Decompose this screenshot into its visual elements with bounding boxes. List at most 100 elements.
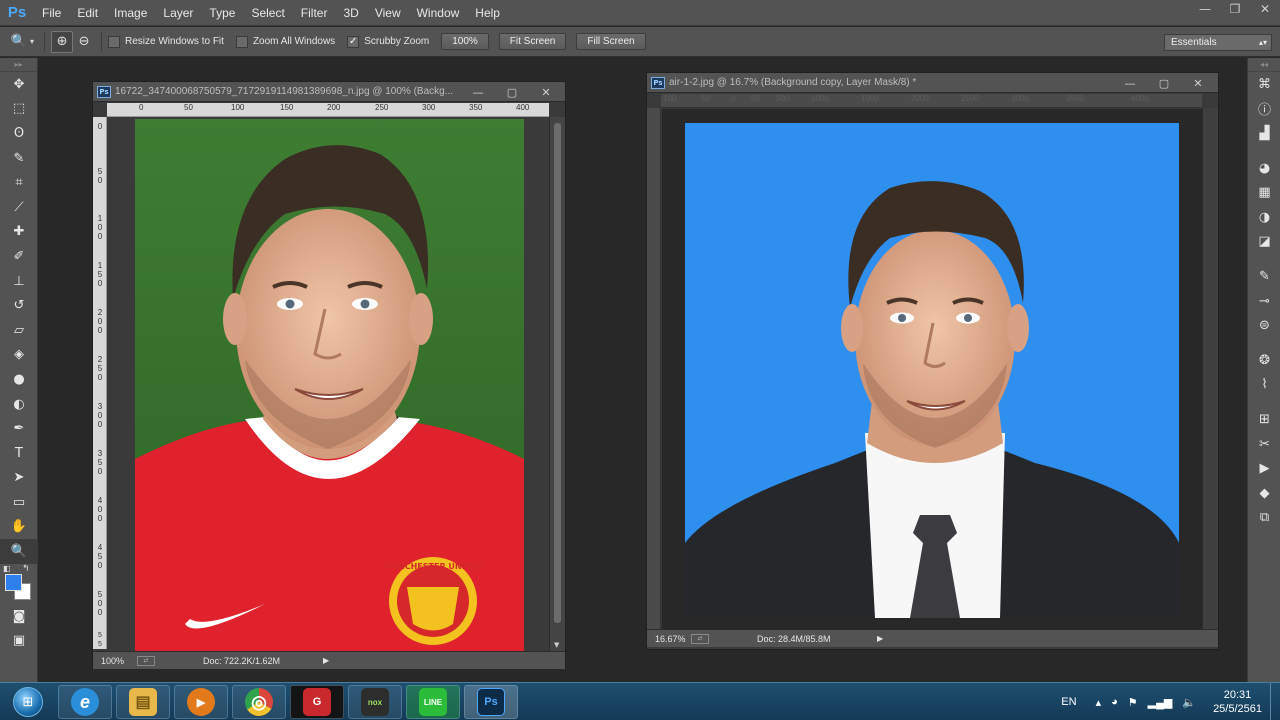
flag-icon[interactable]: ⚑ xyxy=(1128,696,1138,709)
zoom-all-windows-checkbox[interactable]: Zoom All Windows xyxy=(235,35,335,48)
fit-screen-button[interactable]: Fit Screen xyxy=(498,33,567,50)
minimize-button[interactable]: — xyxy=(1190,0,1220,18)
share-icon[interactable]: ⇄ xyxy=(691,633,709,644)
info-panel-icon[interactable]: ⓘ xyxy=(1248,97,1280,122)
taskbar-photoshop[interactable]: Ps xyxy=(464,685,518,719)
doc2-minimize-button[interactable]: — xyxy=(1113,73,1147,93)
clone-source-icon[interactable]: ⊜ xyxy=(1248,313,1280,338)
brush-tool-icon[interactable]: ✐ xyxy=(0,244,38,269)
pen-tool-icon[interactable]: ✒ xyxy=(0,416,38,441)
move-tool-icon[interactable]: ✥ xyxy=(0,72,38,97)
zoom-out-icon[interactable]: ⊖ xyxy=(73,31,95,53)
menu-filter[interactable]: Filter xyxy=(293,0,336,26)
panel-grip[interactable]: ▸▸ xyxy=(0,58,37,72)
resize-windows-checkbox[interactable]: Resize Windows to Fit xyxy=(108,35,224,48)
history-brush-tool-icon[interactable]: ↺ xyxy=(0,293,38,318)
tools-presets-icon[interactable]: ✂ xyxy=(1248,432,1280,457)
quick-selection-tool-icon[interactable]: ✎ xyxy=(0,146,38,171)
show-desktop-button[interactable] xyxy=(1270,683,1280,720)
vertical-scrollbar-1[interactable]: ▼ xyxy=(549,117,565,651)
workspace-switcher[interactable]: Essentials ▴▾ xyxy=(1164,34,1272,51)
menu-3d[interactable]: 3D xyxy=(335,0,366,26)
checkbox-box[interactable] xyxy=(235,35,248,48)
taskbar-garena[interactable]: G xyxy=(290,685,344,719)
menu-type[interactable]: Type xyxy=(201,0,243,26)
zoom-100-button[interactable]: 100% xyxy=(441,33,489,50)
doc2-close-button[interactable]: ✕ xyxy=(1181,73,1215,93)
eyedropper-tool-icon[interactable]: ⟋ xyxy=(0,195,38,220)
doc2-maximize-button[interactable]: ▢ xyxy=(1147,73,1181,93)
network-icon[interactable]: ▂▄▆ xyxy=(1148,696,1173,709)
menu-view[interactable]: View xyxy=(367,0,409,26)
share-icon[interactable]: ⇄ xyxy=(137,655,155,666)
doc1-close-button[interactable]: ✕ xyxy=(529,82,563,102)
scroll-thumb[interactable] xyxy=(554,123,561,623)
zoom-level-1[interactable]: 100% xyxy=(93,656,137,666)
taskbar-nox[interactable]: nox xyxy=(348,685,402,719)
foreground-color-swatch[interactable] xyxy=(5,573,22,591)
marquee-tool-icon[interactable]: ⬚ xyxy=(0,97,38,122)
healing-brush-tool-icon[interactable]: ✚ xyxy=(0,220,38,245)
lasso-tool-icon[interactable]: ʘ xyxy=(0,121,38,146)
timeline-panel-icon[interactable]: ⊞ xyxy=(1248,407,1280,432)
taskbar-internet-explorer[interactable]: e xyxy=(58,685,112,719)
tray-app-icon[interactable]: ◕ xyxy=(1111,696,1118,708)
brush-presets-icon[interactable]: ⊸ xyxy=(1248,289,1280,314)
scrubby-zoom-checkbox[interactable]: ✓ Scrubby Zoom xyxy=(347,35,429,48)
language-indicator[interactable]: EN xyxy=(1061,696,1076,708)
paths-panel-icon[interactable]: ⌇ xyxy=(1248,373,1280,398)
volume-icon[interactable]: 🔈 xyxy=(1182,696,1196,709)
doc1-minimize-button[interactable]: — xyxy=(461,82,495,102)
checkbox-box[interactable] xyxy=(108,35,121,48)
clock[interactable]: 20:31 25/5/2561 xyxy=(1213,688,1262,716)
zoom-tool-preset-icon[interactable]: 🔍 xyxy=(8,31,30,53)
taskbar-chrome[interactable]: ◎ xyxy=(232,685,286,719)
doc1-maximize-button[interactable]: ▢ xyxy=(495,82,529,102)
quick-mask-icon[interactable]: ◙ xyxy=(0,604,38,629)
styles-panel-icon[interactable]: ◑ xyxy=(1248,205,1280,230)
layers-panel-icon[interactable]: ◆ xyxy=(1248,481,1280,506)
layer-comps-icon[interactable]: ⧉ xyxy=(1248,506,1280,531)
status-menu-arrow-icon[interactable]: ▶ xyxy=(877,634,883,643)
panel-grip[interactable]: ◂◂ xyxy=(1248,58,1280,72)
history-panel-icon[interactable]: ⌘ xyxy=(1248,72,1280,97)
blur-tool-icon[interactable]: ● xyxy=(0,367,38,392)
close-button[interactable]: ✕ xyxy=(1250,0,1280,18)
menu-image[interactable]: Image xyxy=(106,0,155,26)
canvas-photo-blue-background[interactable] xyxy=(685,123,1179,618)
swatches-panel-icon[interactable]: ▦ xyxy=(1248,180,1280,205)
channels-panel-icon[interactable]: ❂ xyxy=(1248,348,1280,373)
preset-dropdown-icon[interactable]: ▾ xyxy=(30,37,34,46)
hand-tool-icon[interactable]: ✋ xyxy=(0,515,38,540)
scroll-down-icon[interactable]: ▼ xyxy=(554,641,559,649)
taskbar-line[interactable]: LINE xyxy=(406,685,460,719)
actions-panel-icon[interactable]: ▶ xyxy=(1248,456,1280,481)
screen-mode-icon[interactable]: ▣ xyxy=(0,628,38,653)
menu-select[interactable]: Select xyxy=(243,0,292,26)
start-button[interactable]: ⊞ xyxy=(2,684,54,720)
clone-stamp-tool-icon[interactable]: ⊥ xyxy=(0,269,38,294)
taskbar-file-explorer[interactable]: ▤ xyxy=(116,685,170,719)
show-hidden-icons-icon[interactable]: ▴ xyxy=(1096,696,1102,709)
default-colors-icon[interactable]: ◧ xyxy=(3,564,11,573)
path-selection-tool-icon[interactable]: ➤ xyxy=(0,466,38,491)
menu-help[interactable]: Help xyxy=(467,0,508,26)
menu-layer[interactable]: Layer xyxy=(155,0,201,26)
zoom-level-2[interactable]: 16.67% xyxy=(647,634,691,644)
brush-panel-icon[interactable]: ✎ xyxy=(1248,264,1280,289)
color-panel-icon[interactable]: ◕ xyxy=(1248,156,1280,181)
eraser-tool-icon[interactable]: ▱ xyxy=(0,318,38,343)
rectangle-tool-icon[interactable]: ▭ xyxy=(0,490,38,515)
histogram-panel-icon[interactable]: ▟ xyxy=(1248,121,1280,146)
zoom-in-icon[interactable]: ⊕ xyxy=(51,30,74,53)
menu-edit[interactable]: Edit xyxy=(69,0,106,26)
adjustments-panel-icon[interactable]: ◪ xyxy=(1248,230,1280,255)
paint-bucket-tool-icon[interactable]: ◈ xyxy=(0,343,38,368)
crop-tool-icon[interactable]: ⌗ xyxy=(0,170,38,195)
restore-button[interactable]: ❐ xyxy=(1220,0,1250,18)
status-menu-arrow-icon[interactable]: ▶ xyxy=(323,656,329,665)
fill-screen-button[interactable]: Fill Screen xyxy=(576,33,646,50)
checkmark-icon[interactable]: ✓ xyxy=(347,35,360,48)
vertical-scrollbar-2[interactable] xyxy=(1202,108,1218,629)
dodge-tool-icon[interactable]: ◐ xyxy=(0,392,38,417)
